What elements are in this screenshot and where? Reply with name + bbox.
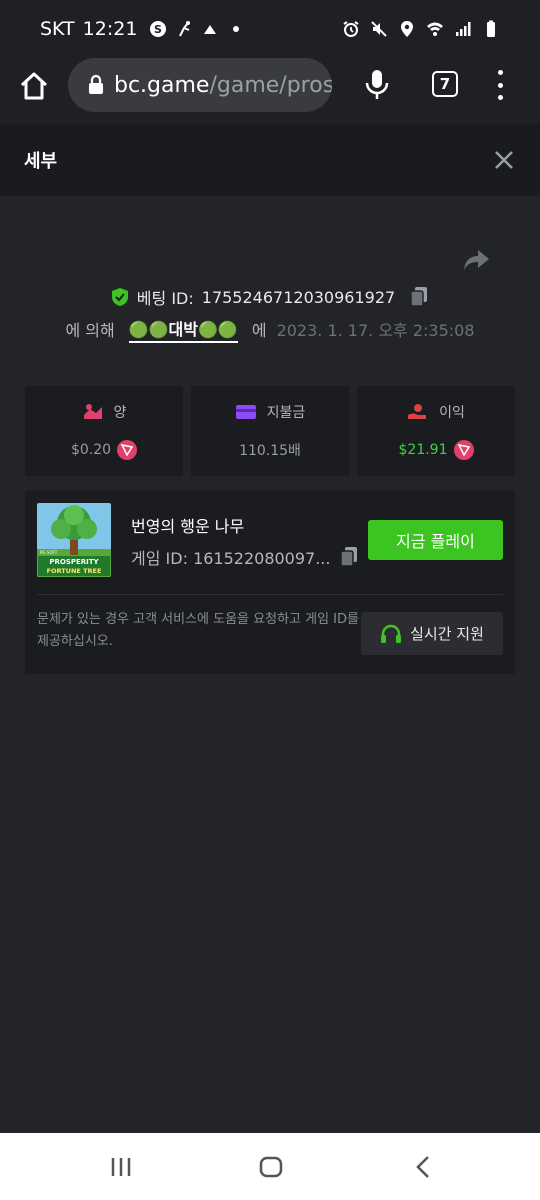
- bet-id-label: 베팅 ID:: [136, 289, 194, 308]
- stat-amount-value: $0.20: [70, 442, 112, 458]
- user-link[interactable]: 🟢🟢대박🟢🟢: [128, 316, 238, 343]
- tab-switcher-button[interactable]: 7: [432, 71, 458, 97]
- trx-coin-icon: [453, 440, 474, 460]
- stat-payout: 지불금 110.15배: [191, 386, 349, 476]
- play-now-button[interactable]: 지금 플레이: [368, 520, 503, 560]
- share-icon[interactable]: [462, 248, 490, 272]
- copy-icon[interactable]: [409, 286, 429, 308]
- by-suffix: 에: [251, 321, 267, 340]
- game-thumbnail[interactable]: PG SOFT PROSPERITY FORTUNE TREE: [37, 503, 111, 577]
- verified-shield-icon: [111, 288, 128, 306]
- game-title[interactable]: 번영의 행운 나무: [131, 513, 244, 537]
- thumb-title-line1: PROSPERITY: [49, 558, 99, 566]
- stat-profit: 이익 $21.91: [357, 386, 515, 476]
- trx-coin-icon: [117, 440, 138, 460]
- back-icon[interactable]: [414, 1155, 432, 1179]
- headphones-icon: [381, 624, 402, 643]
- battery-icon: [487, 20, 495, 37]
- wifi-icon: [427, 22, 443, 36]
- url-path: /game/pros: [209, 72, 332, 98]
- notification-dot-icon: [233, 26, 240, 32]
- address-bar[interactable]: bc.game/game/pros: [68, 58, 332, 112]
- accessibility-icon: [179, 21, 191, 37]
- bet-id-value: 1755246712030961927: [201, 287, 396, 307]
- copy-icon[interactable]: [340, 546, 358, 568]
- game-id-label: 게임 ID:: [131, 549, 188, 568]
- stat-payout-value: 110.15배: [239, 443, 301, 459]
- stat-payout-label: 지불금: [266, 405, 306, 421]
- payout-card-icon: [235, 405, 256, 419]
- system-nav-bar: [0, 1133, 540, 1200]
- microphone-icon[interactable]: [364, 68, 390, 102]
- svg-text:S: S: [154, 23, 162, 36]
- status-bar: SKT 12:21 S: [0, 0, 540, 58]
- stat-profit-label: 이익: [439, 405, 465, 421]
- game-id-row: 게임 ID: 161522080097...: [131, 545, 358, 569]
- divider: [37, 594, 503, 595]
- alarm-icon: [343, 21, 359, 37]
- thumb-title-line2: FORTUNE TREE: [47, 567, 102, 575]
- bet-by-row: 에 의해 🟢🟢대박🟢🟢 에 2023. 1. 17. 오후 2:35:08: [0, 316, 540, 343]
- browser-toolbar: bc.game/game/pros 7: [0, 58, 540, 124]
- bet-id-row: 베팅 ID: 1755246712030961927: [0, 284, 540, 310]
- page-title: 세부: [24, 151, 58, 172]
- profit-hand-icon: [408, 404, 427, 419]
- help-text: 문제가 있는 경우 고객 서비스에 도움을 요청하고 게임 ID를 제공하십시오…: [37, 612, 359, 649]
- more-menu-icon[interactable]: [494, 70, 506, 100]
- live-support-button[interactable]: 실시간 지원: [361, 612, 503, 655]
- live-support-label: 실시간 지원: [410, 625, 484, 643]
- recent-apps-icon[interactable]: [110, 1157, 132, 1177]
- carrier: SKT: [40, 18, 75, 40]
- stat-amount: 양 $0.20: [25, 386, 183, 476]
- close-icon[interactable]: [494, 150, 514, 170]
- bet-stats: 양 $0.20 지불금 110.15배 이익 $21.91: [25, 386, 515, 476]
- home-nav-icon[interactable]: [259, 1156, 283, 1178]
- url-domain: bc.game: [114, 72, 210, 98]
- stat-profit-value: $21.91: [398, 442, 448, 458]
- home-icon[interactable]: [18, 70, 50, 102]
- samsung-pay-icon: S: [150, 21, 167, 37]
- clock: 12:21: [82, 18, 138, 40]
- by-prefix: 에 의해: [65, 321, 115, 340]
- bet-date: 2023. 1. 17. 오후 2:35:08: [276, 321, 475, 340]
- location-icon: [401, 21, 413, 37]
- lock-icon: [89, 75, 103, 94]
- cloud-upload-icon: [204, 25, 217, 34]
- game-card: PG SOFT PROSPERITY FORTUNE TREE 번영의 행운 나…: [25, 491, 515, 674]
- mute-icon: [371, 21, 387, 37]
- signal-icon: [456, 22, 471, 36]
- game-id-value: 161522080097...: [193, 549, 331, 568]
- stat-amount-label: 양: [113, 405, 127, 421]
- details-header: 세부: [0, 124, 540, 196]
- bet-amount-icon: [83, 404, 102, 419]
- thumb-logo: PG SOFT: [40, 550, 58, 555]
